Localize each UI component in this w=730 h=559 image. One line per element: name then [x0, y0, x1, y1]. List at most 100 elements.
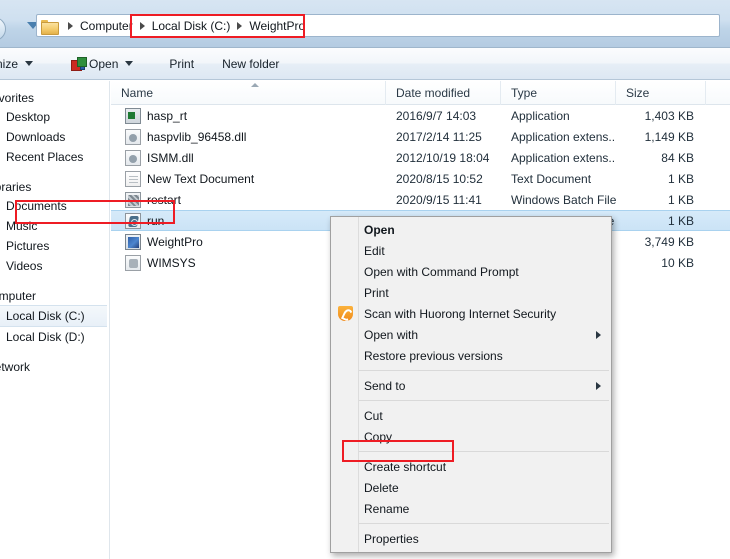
table-row[interactable]: ISMM.dll 2012/10/19 18:04 Application exte…	[111, 147, 730, 168]
chevron-right-icon	[237, 21, 243, 30]
back-arrow-icon[interactable]	[0, 17, 6, 41]
sidebar-item-videos[interactable]: Videos	[0, 256, 109, 276]
menu-item-open-with[interactable]: Open with	[331, 324, 611, 345]
column-header-name-label: Name	[121, 85, 154, 100]
context-menu[interactable]: Open Edit Open with Command Prompt Print Sca…	[330, 216, 612, 553]
file-name-cell: New Text Document	[111, 170, 386, 187]
sidebar-item-music[interactable]: Music	[0, 216, 109, 236]
menu-item-rename[interactable]: Rename	[331, 498, 611, 519]
file-name-label: restart	[147, 192, 182, 207]
table-row[interactable]: hasp_rt 2016/9/7 14:03 Application 1,403 KB	[111, 105, 730, 126]
file-date-cell: 2012/10/19 18:04	[396, 150, 490, 165]
column-header-type[interactable]: Type	[501, 80, 616, 105]
sidebar-item-pictures[interactable]: Pictures	[0, 236, 109, 256]
submenu-arrow-icon	[596, 382, 601, 390]
navigation-pane[interactable]: avoritesDesktopDownloadsRecent Places ibr…	[0, 81, 110, 559]
breadcrumb[interactable]: Computer Local Disk (C:) WeightPro	[36, 14, 720, 37]
nav-group-spacer	[0, 376, 109, 387]
organize-button[interactable]: nize	[0, 52, 41, 76]
file-type-cell: Application extens...	[511, 150, 616, 165]
nav-group-avorites[interactable]: avorites	[0, 89, 109, 107]
address-bar: Computer Local Disk (C:) WeightPro	[0, 0, 730, 48]
sidebar-item-downloads[interactable]: Downloads	[0, 127, 109, 147]
file-type-cell: Application	[511, 108, 570, 123]
file-size-cell: 1 KB	[667, 213, 694, 228]
menu-item-label: Scan with Huorong Internet Security	[364, 306, 557, 321]
column-header-size[interactable]: Size	[616, 80, 706, 105]
menu-item-label: Properties	[364, 531, 419, 546]
menu-item-send-to[interactable]: Send to	[331, 375, 611, 396]
menu-item-cut[interactable]: Cut	[331, 405, 611, 426]
menu-item-edit[interactable]: Edit	[331, 240, 611, 261]
column-header-type-label: Type	[511, 85, 538, 100]
file-date-cell: 2020/8/15 10:52	[396, 171, 483, 186]
column-headers: Name Date modified Type Size	[111, 80, 730, 105]
menu-separator	[359, 400, 609, 401]
sidebar-item-recent-places[interactable]: Recent Places	[0, 147, 109, 167]
menu-item-label: Cut	[364, 408, 383, 423]
menu-item-label: Copy	[364, 429, 393, 444]
menu-item-create-shortcut[interactable]: Create shortcut	[331, 456, 611, 477]
nav-group-letwork[interactable]: letwork	[0, 358, 109, 376]
menu-item-open[interactable]: Open	[331, 219, 611, 240]
print-label: Print	[169, 56, 195, 71]
column-header-date-modified[interactable]: Date modified	[386, 80, 501, 105]
breadcrumb-item-local-disk-c[interactable]: Local Disk (C:)	[152, 19, 231, 33]
organize-label: nize	[0, 56, 19, 71]
file-name-label: WIMSYS	[147, 255, 196, 270]
menu-item-delete[interactable]: Delete	[331, 477, 611, 498]
nav-group-spacer	[0, 347, 109, 358]
menu-item-label: Open with Command Prompt	[364, 264, 519, 279]
new-folder-button[interactable]: New folder	[214, 52, 287, 76]
menu-item-label: Open with	[364, 327, 419, 342]
open-app-icon-accent	[80, 65, 86, 70]
file-size-cell: 1 KB	[667, 192, 694, 207]
table-row[interactable]: restart 2020/9/15 11:41 Windows Batch File…	[111, 189, 730, 210]
table-row[interactable]: New Text Document 2020/8/15 10:52 Text Doc…	[111, 168, 730, 189]
breadcrumb-item-computer[interactable]: Computer	[80, 19, 133, 33]
sidebar-item-local-disk-c[interactable]: Local Disk (C:)	[0, 305, 107, 327]
nav-group-ibraries[interactable]: ibraries	[0, 178, 109, 196]
sidebar-item-local-disk-d[interactable]: Local Disk (D:)	[0, 327, 109, 347]
menu-item-open-with-command-prompt[interactable]: Open with Command Prompt	[331, 261, 611, 282]
application-icon	[125, 107, 141, 124]
file-name-label: hasp_rt	[147, 108, 188, 123]
table-row[interactable]: haspvlib_96458.dll 2017/2/14 11:25 Applica…	[111, 126, 730, 147]
menu-item-label: Print	[364, 285, 389, 300]
open-app-icon	[71, 57, 88, 71]
file-size-cell: 1 KB	[667, 171, 694, 186]
open-label: Open	[89, 56, 119, 71]
file-name-cell: restart	[111, 191, 386, 208]
file-name-label: run	[147, 213, 165, 228]
sidebar-item-desktop[interactable]: Desktop	[0, 107, 109, 127]
file-size-cell: 3,749 KB	[644, 234, 694, 249]
file-name-label: haspvlib_96458.dll	[147, 129, 247, 144]
menu-item-restore-previous-versions[interactable]: Restore previous versions	[331, 345, 611, 366]
menu-item-label: Delete	[364, 480, 399, 495]
nav-group-spacer	[0, 167, 109, 178]
file-type-cell: Text Document	[511, 171, 592, 186]
print-button[interactable]: Print	[161, 52, 202, 76]
breadcrumb-item-weightpro[interactable]: WeightPro	[249, 19, 305, 33]
open-button[interactable]: Open	[63, 52, 141, 76]
menu-item-properties[interactable]: Properties	[331, 528, 611, 549]
file-name-label: WeightPro	[147, 234, 203, 249]
menu-separator	[359, 370, 609, 371]
menu-item-scan-with-huorong-internet-security[interactable]: Scan with Huorong Internet Security	[331, 303, 611, 324]
batch-file-icon	[125, 191, 141, 208]
text-document-icon	[125, 170, 141, 187]
menu-item-copy[interactable]: Copy	[331, 426, 611, 447]
column-header-name[interactable]: Name	[111, 80, 386, 105]
menu-separator	[359, 451, 609, 452]
command-bar: nize Open Print New folder	[0, 48, 730, 80]
menu-item-print[interactable]: Print	[331, 282, 611, 303]
file-type-cell: Windows Batch File	[511, 192, 616, 207]
file-date-cell: 2017/2/14 11:25	[396, 129, 482, 144]
dll-icon	[125, 128, 141, 145]
sidebar-item-documents[interactable]: Documents	[0, 196, 109, 216]
nav-group-spacer	[0, 276, 109, 287]
dll-icon	[125, 149, 141, 166]
nav-group-omputer[interactable]: omputer	[0, 287, 109, 305]
new-folder-label: New folder	[222, 56, 280, 71]
menu-item-label: Create shortcut	[364, 459, 447, 474]
